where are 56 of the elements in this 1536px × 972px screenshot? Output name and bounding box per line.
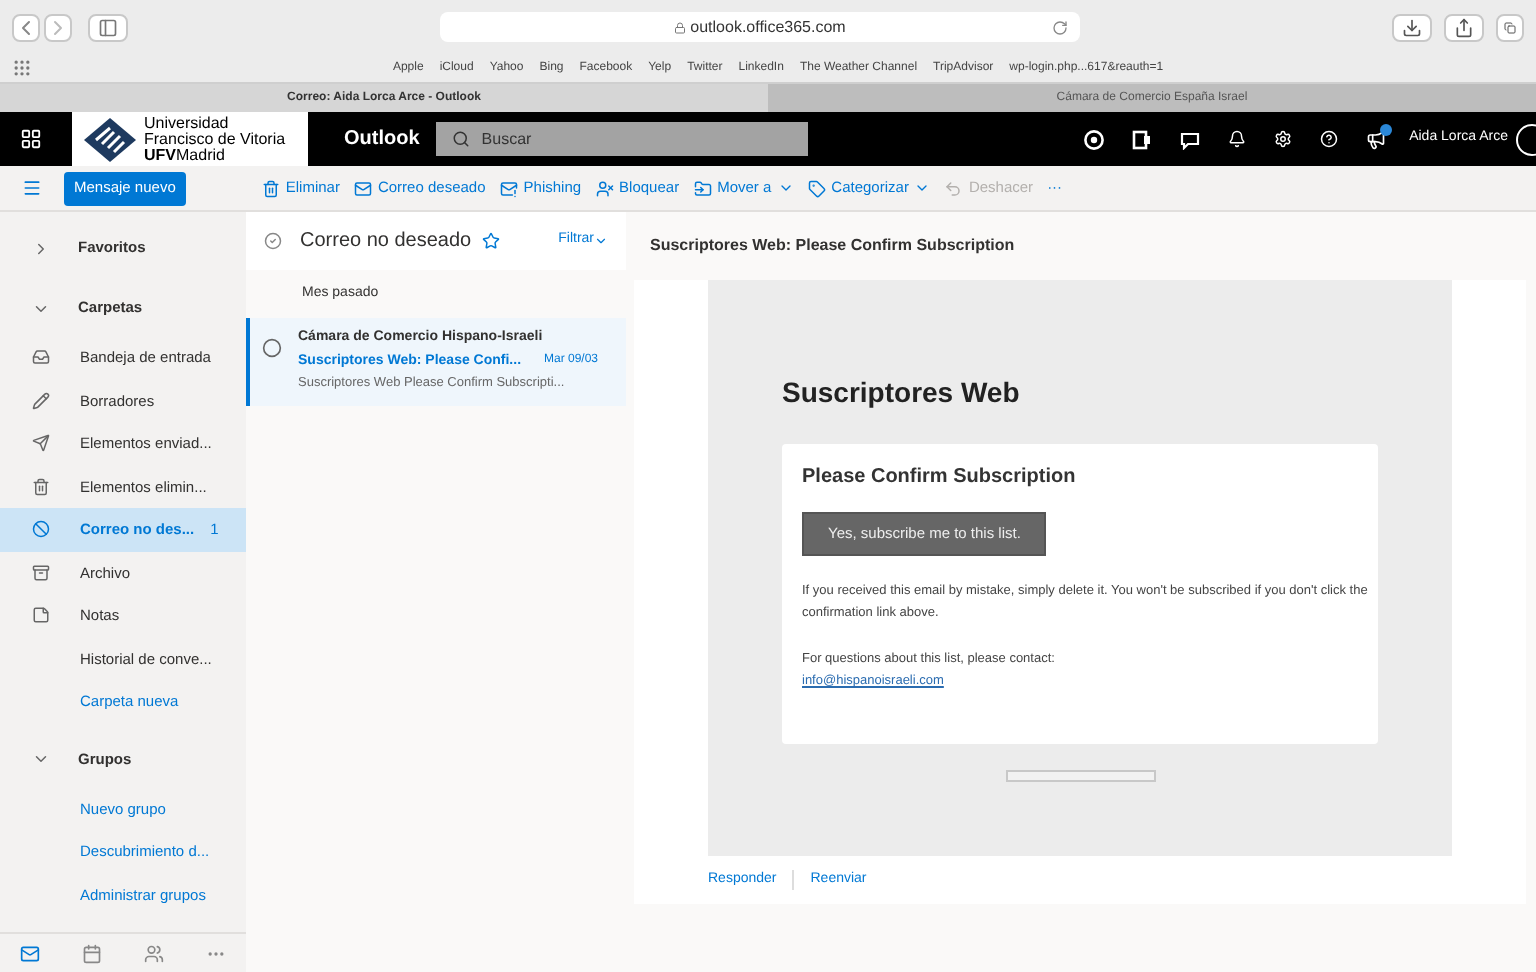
tag-icon xyxy=(807,179,826,197)
inbox-icon xyxy=(31,348,49,367)
reading-subject: Suscriptores Web: Please Confirm Subscription xyxy=(650,234,1015,258)
people-icon[interactable] xyxy=(143,943,164,963)
undo-icon xyxy=(944,179,963,197)
logo-icon xyxy=(84,117,136,161)
trash-icon xyxy=(261,179,280,197)
tabs-icon[interactable] xyxy=(1496,13,1524,41)
archive-icon xyxy=(31,563,49,582)
organization-name: Francisco de Vitoria xyxy=(144,131,286,147)
ban-icon xyxy=(31,520,49,539)
trash-icon xyxy=(31,477,49,496)
chevron-icon xyxy=(777,180,794,196)
email-heading: Suscriptores Web xyxy=(782,374,1022,412)
chevron-icon xyxy=(32,239,50,257)
select-all-icon[interactable] xyxy=(264,232,282,250)
folder-title: Correo no deseado xyxy=(300,228,472,256)
mail-icon[interactable] xyxy=(20,943,41,963)
lock-icon xyxy=(674,21,687,33)
pencil-icon xyxy=(31,391,49,410)
search-field[interactable]: Buscar xyxy=(435,122,808,156)
app-name[interactable]: Outlook xyxy=(344,124,420,154)
chevron-icon xyxy=(914,180,931,196)
help-icon[interactable] xyxy=(1319,130,1338,148)
office-icon[interactable] xyxy=(1131,129,1152,149)
select-circle-icon[interactable] xyxy=(262,338,282,358)
organization-name: Universidad xyxy=(144,115,231,131)
grid-icon[interactable] xyxy=(12,58,32,78)
settings-icon[interactable] xyxy=(1273,130,1292,148)
sidebar-icon[interactable] xyxy=(88,13,128,41)
skype-icon[interactable] xyxy=(1083,129,1104,149)
menu-icon[interactable] xyxy=(22,178,42,198)
note-icon xyxy=(31,606,49,625)
url-text: outlook.office365.com xyxy=(690,15,846,39)
card-title: Please Confirm Subscription xyxy=(802,464,1076,492)
bell-icon[interactable] xyxy=(1227,130,1246,148)
megaphone-icon[interactable] xyxy=(1365,129,1386,149)
send-icon xyxy=(31,434,49,453)
share-icon[interactable] xyxy=(1444,13,1484,41)
back-icon[interactable] xyxy=(12,13,40,41)
person-block-icon xyxy=(595,179,614,197)
chevron-icon xyxy=(594,234,608,248)
chevron-icon xyxy=(32,750,50,768)
star-icon[interactable] xyxy=(481,232,500,250)
address-bar[interactable]: outlook.office365.com xyxy=(440,12,1080,42)
organization-city: Madrid xyxy=(176,147,225,163)
folder-icon xyxy=(693,179,712,197)
warning-envelope-icon xyxy=(499,179,518,197)
app-launcher-icon[interactable] xyxy=(20,128,42,150)
organization-abbr: UFV xyxy=(144,147,176,163)
calendar-icon[interactable] xyxy=(82,943,103,963)
reload-icon[interactable] xyxy=(1052,19,1068,35)
envelope-icon xyxy=(353,179,372,197)
download-icon[interactable] xyxy=(1392,13,1432,41)
chat-icon[interactable] xyxy=(1179,129,1200,149)
search-icon xyxy=(451,130,470,148)
